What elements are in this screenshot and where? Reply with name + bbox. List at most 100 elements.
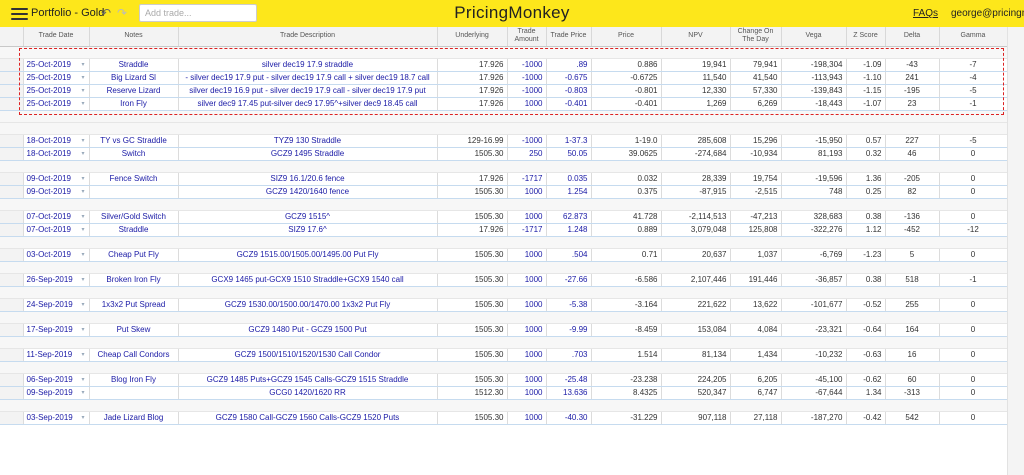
change-cell[interactable]: 6,205	[730, 373, 782, 387]
date-dropdown-icon[interactable]: ▾	[81, 59, 84, 71]
underlying-cell[interactable]: 17.926	[437, 223, 508, 237]
notes-cell[interactable]: Broken Iron Fly	[89, 273, 179, 287]
gamma-cell[interactable]: -1	[939, 97, 1008, 111]
change-cell[interactable]: 1,037	[730, 248, 782, 262]
notes-cell[interactable]: Straddle	[89, 223, 179, 237]
trade-description-cell[interactable]: GCZ9 1500/1510/1520/1530 Call Condor	[178, 348, 438, 362]
underlying-cell[interactable]: 1505.30	[437, 298, 508, 312]
trade-description-cell[interactable]: GCZ9 1580 Call-GCZ9 1560 Calls-GCZ9 1520…	[178, 411, 438, 425]
price-cell[interactable]: -8.459	[591, 323, 662, 337]
date-dropdown-icon[interactable]: ▾	[81, 85, 84, 97]
table-row[interactable]: 09-Oct-2019 ▾ Fence Switch SIZ9 16.1/20.6 f…	[0, 172, 1008, 186]
trade-description-cell[interactable]: - silver dec19 17.9 put - silver dec19 1…	[178, 71, 438, 85]
gamma-cell[interactable]: -5	[939, 134, 1008, 148]
date-dropdown-icon[interactable]: ▾	[81, 299, 84, 311]
trade-description-cell[interactable]: GCZ9 1515.00/1505.00/1495.00 Put Fly	[178, 248, 438, 262]
z-score-cell[interactable]: 0.32	[846, 147, 886, 161]
vega-cell[interactable]: 328,683	[781, 210, 847, 224]
table-row[interactable]: 25-Oct-2019 ▾ Iron Fly silver dec9 17.45 pu…	[0, 97, 1008, 111]
vega-cell[interactable]: -67,644	[781, 386, 847, 400]
trade-price-cell[interactable]: -0.401	[546, 97, 592, 111]
gamma-cell[interactable]: 0	[939, 386, 1008, 400]
trade-date-cell[interactable]: 11-Sep-2019 ▾	[23, 348, 90, 362]
z-score-cell[interactable]: -0.62	[846, 373, 886, 387]
trade-date-cell[interactable]: 18-Oct-2019 ▾	[23, 147, 90, 161]
trade-amount-cell[interactable]: -1000	[507, 71, 547, 85]
trade-date-cell[interactable]: 18-Oct-2019 ▾	[23, 134, 90, 148]
npv-cell[interactable]: 224,205	[661, 373, 731, 387]
trade-price-cell[interactable]: -9.99	[546, 323, 592, 337]
notes-cell[interactable]: Put Skew	[89, 323, 179, 337]
npv-cell[interactable]: -274,684	[661, 147, 731, 161]
gamma-cell[interactable]: 0	[939, 185, 1008, 199]
delta-cell[interactable]: 241	[885, 71, 940, 85]
trade-price-cell[interactable]: .89	[546, 58, 592, 72]
notes-cell[interactable]: Straddle	[89, 58, 179, 72]
gamma-cell[interactable]: 0	[939, 323, 1008, 337]
table-row[interactable]: 18-Oct-2019 ▾ TY vs GC Straddle TYZ9 130 St…	[0, 134, 1008, 148]
trade-date-cell[interactable]: 07-Oct-2019 ▾	[23, 210, 90, 224]
header-delta[interactable]: Delta	[885, 27, 940, 47]
trade-amount-cell[interactable]: 1000	[507, 373, 547, 387]
delta-cell[interactable]: 82	[885, 185, 940, 199]
gamma-cell[interactable]: 0	[939, 373, 1008, 387]
npv-cell[interactable]: 520,347	[661, 386, 731, 400]
header-trade-date[interactable]: Trade Date	[23, 27, 90, 47]
table-row[interactable]: 07-Oct-2019 ▾ Silver/Gold Switch GCZ9 1515^…	[0, 210, 1008, 224]
price-cell[interactable]: -31.229	[591, 411, 662, 425]
trade-date-cell[interactable]: 06-Sep-2019 ▾	[23, 373, 90, 387]
vega-cell[interactable]: -36,857	[781, 273, 847, 287]
price-cell[interactable]: 0.375	[591, 185, 662, 199]
price-cell[interactable]: -0.401	[591, 97, 662, 111]
table-row[interactable]: 09-Oct-2019 ▾ GCZ9 1420/1640 fence 1505.30 1…	[0, 185, 1008, 199]
trade-date-cell[interactable]: 03-Sep-2019 ▾	[23, 411, 90, 425]
z-score-cell[interactable]: 1.36	[846, 172, 886, 186]
date-dropdown-icon[interactable]: ▾	[81, 211, 84, 223]
trade-amount-cell[interactable]: -1717	[507, 223, 547, 237]
trade-price-cell[interactable]: 1.254	[546, 185, 592, 199]
underlying-cell[interactable]: 1505.30	[437, 248, 508, 262]
date-dropdown-icon[interactable]: ▾	[81, 173, 84, 185]
vega-cell[interactable]: -198,304	[781, 58, 847, 72]
gamma-cell[interactable]: 0	[939, 348, 1008, 362]
table-row[interactable]: 03-Oct-2019 ▾ Cheap Put Fly GCZ9 1515.00/15…	[0, 248, 1008, 262]
date-dropdown-icon[interactable]: ▾	[81, 387, 84, 399]
date-dropdown-icon[interactable]: ▾	[81, 274, 84, 286]
delta-cell[interactable]: -195	[885, 84, 940, 98]
trade-date-cell[interactable]: 24-Sep-2019 ▾	[23, 298, 90, 312]
portfolio-selector[interactable]: Portfolio - Gold	[31, 7, 104, 19]
vega-cell[interactable]: -45,100	[781, 373, 847, 387]
gamma-cell[interactable]: 0	[939, 248, 1008, 262]
trade-description-cell[interactable]: TYZ9 130 Straddle	[178, 134, 438, 148]
trade-price-cell[interactable]: 13.636	[546, 386, 592, 400]
z-score-cell[interactable]: 1.34	[846, 386, 886, 400]
change-cell[interactable]: 57,330	[730, 84, 782, 98]
trade-amount-cell[interactable]: 1000	[507, 411, 547, 425]
date-dropdown-icon[interactable]: ▾	[81, 135, 84, 147]
trade-date-cell[interactable]: 25-Oct-2019 ▾	[23, 84, 90, 98]
npv-cell[interactable]: 2,107,446	[661, 273, 731, 287]
npv-cell[interactable]: 20,637	[661, 248, 731, 262]
trade-amount-cell[interactable]: 1000	[507, 298, 547, 312]
table-row[interactable]: 18-Oct-2019 ▾ Switch GCZ9 1495 Straddle 1505…	[0, 147, 1008, 161]
trade-date-cell[interactable]: 09-Oct-2019 ▾	[23, 172, 90, 186]
trade-price-cell[interactable]: -25.48	[546, 373, 592, 387]
trade-date-cell[interactable]: 25-Oct-2019 ▾	[23, 97, 90, 111]
trade-price-cell[interactable]: .703	[546, 348, 592, 362]
change-cell[interactable]: -2,515	[730, 185, 782, 199]
vega-cell[interactable]: -139,843	[781, 84, 847, 98]
trade-amount-cell[interactable]: -1717	[507, 172, 547, 186]
trade-description-cell[interactable]: GCX9 1465 put-GCX9 1510 Straddle+GCX9 15…	[178, 273, 438, 287]
trade-price-cell[interactable]: .504	[546, 248, 592, 262]
table-row[interactable]: 06-Sep-2019 ▾ Blog Iron Fly GCZ9 1485 Puts+…	[0, 373, 1008, 387]
header-z-score[interactable]: Z Score	[846, 27, 886, 47]
date-dropdown-icon[interactable]: ▾	[81, 72, 84, 84]
underlying-cell[interactable]: 1505.30	[437, 411, 508, 425]
notes-cell[interactable]: Reserve Lizard	[89, 84, 179, 98]
price-cell[interactable]: 1-19.0	[591, 134, 662, 148]
delta-cell[interactable]: 542	[885, 411, 940, 425]
delta-cell[interactable]: 255	[885, 298, 940, 312]
underlying-cell[interactable]: 1505.30	[437, 273, 508, 287]
price-cell[interactable]: 41.728	[591, 210, 662, 224]
price-cell[interactable]: 39.0625	[591, 147, 662, 161]
